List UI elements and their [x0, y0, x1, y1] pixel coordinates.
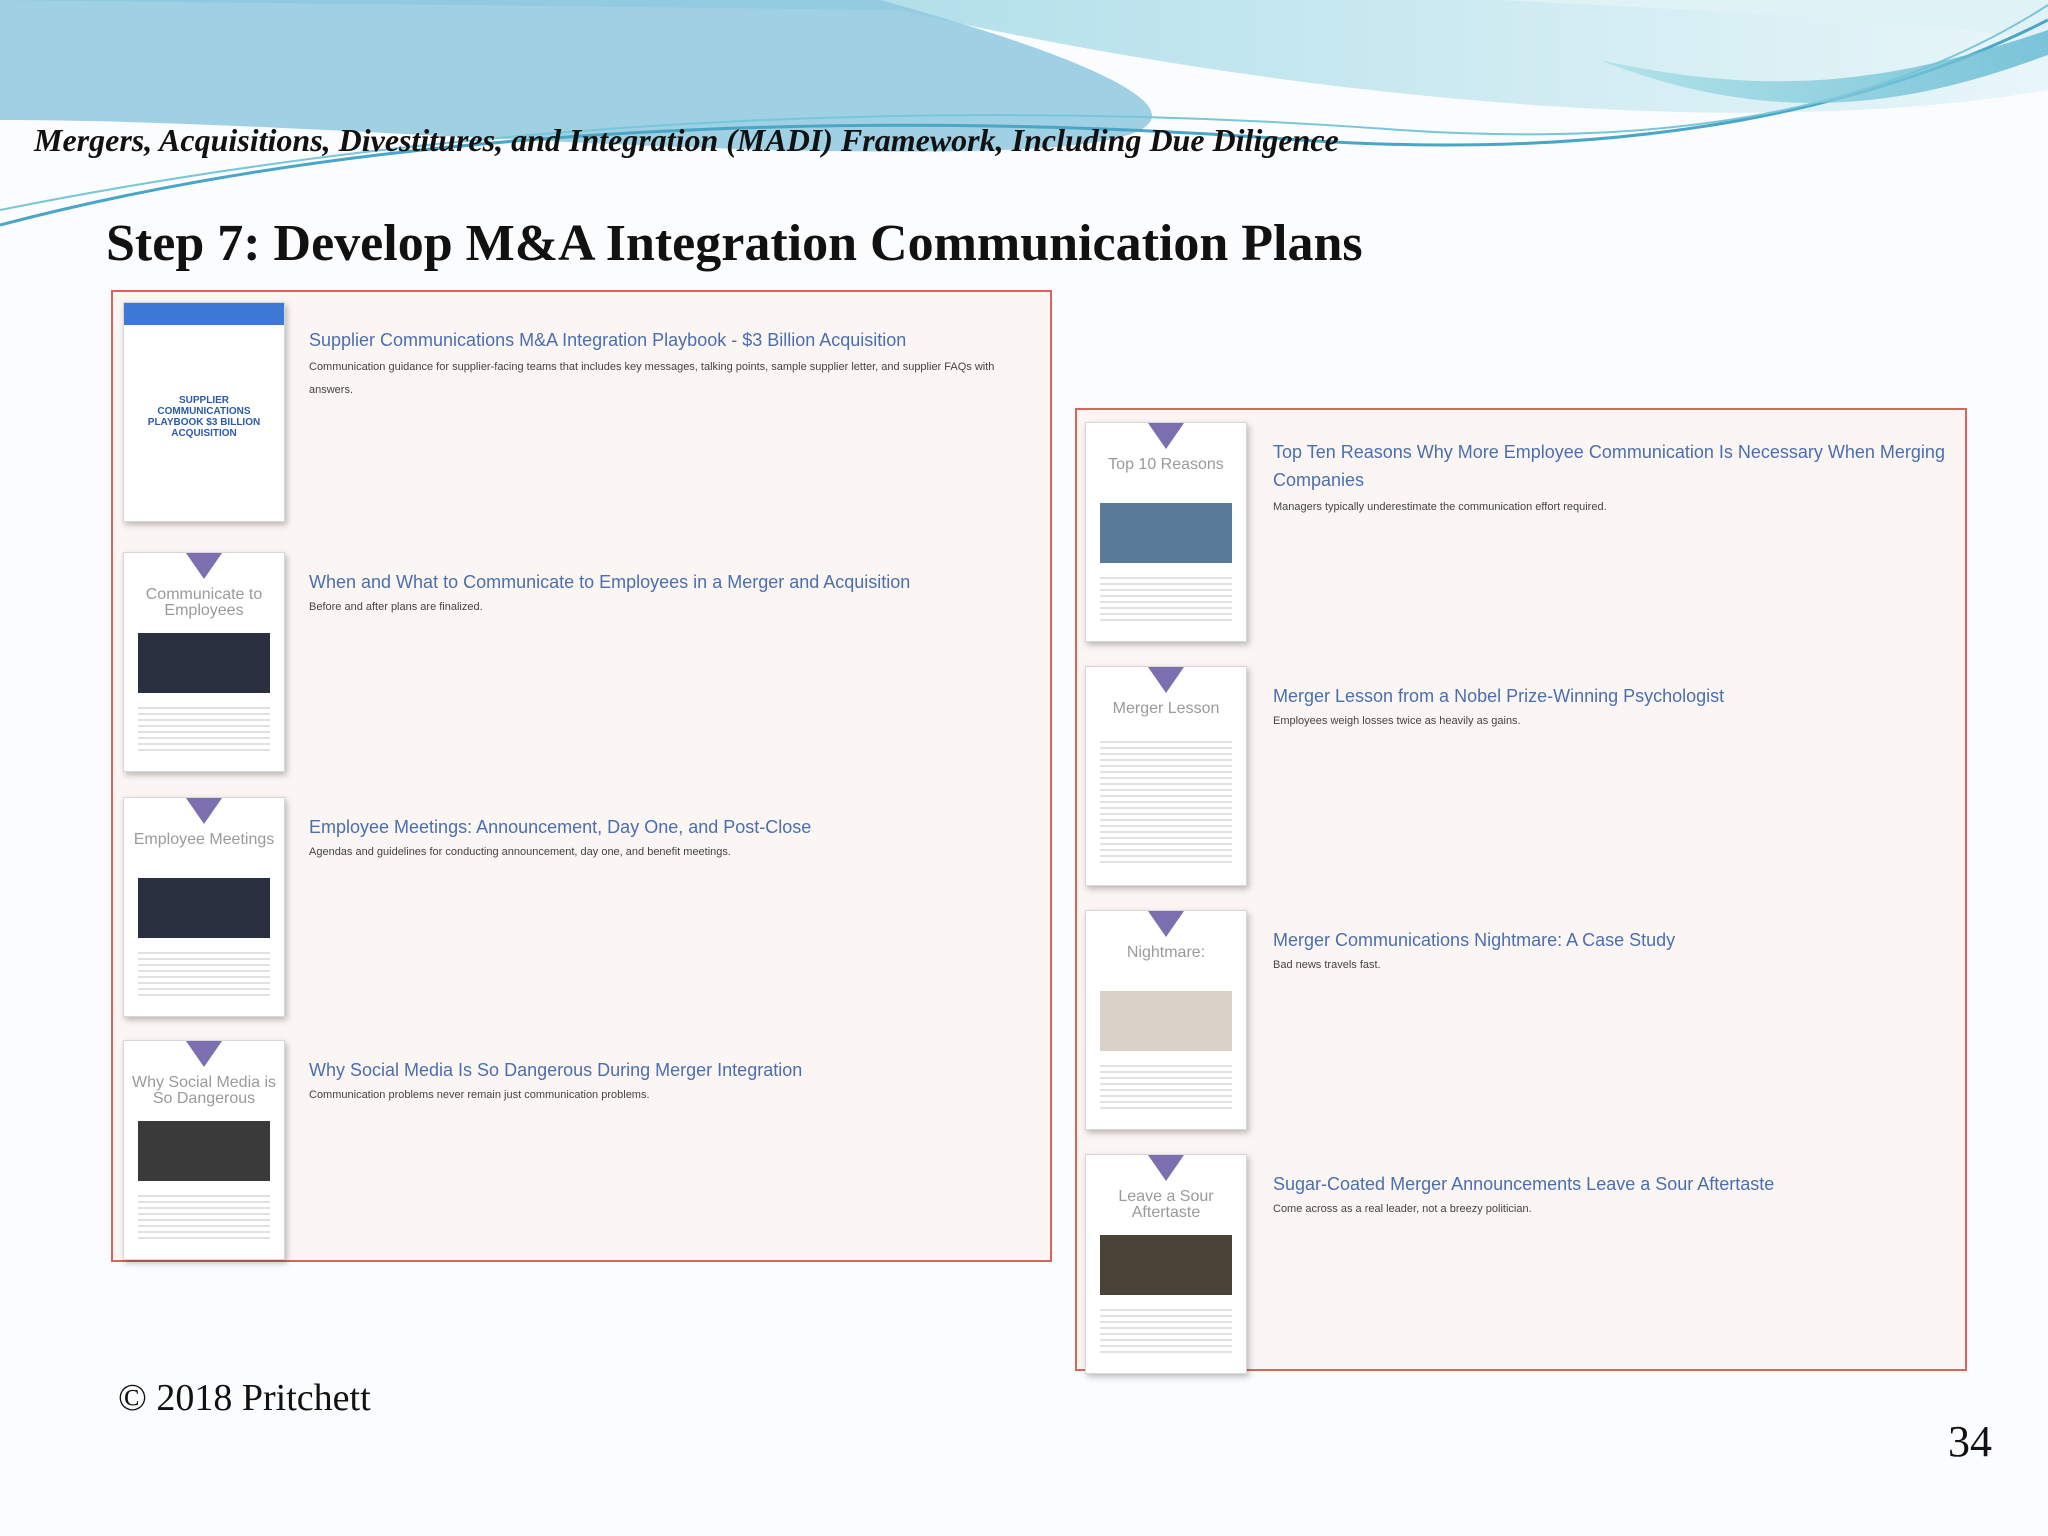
thumbnail-text-lines: [1100, 573, 1232, 623]
left-resource-panel: SUPPLIER COMMUNICATIONS PLAYBOOK $3 BILL…: [111, 290, 1052, 1262]
thumbnail-title: Communicate to Employees: [145, 586, 263, 619]
right-resource-panel: Top 10 Reasons Top Ten Reasons Why More …: [1075, 408, 1967, 1374]
thumbnail-photo: [1100, 503, 1232, 563]
triangle-icon: [1148, 667, 1184, 693]
list-item[interactable]: Employee Meetings Employee Meetings: Ann…: [113, 797, 1050, 1027]
thumbnail-title: Top 10 Reasons: [1108, 456, 1224, 473]
triangle-icon: [186, 553, 222, 579]
list-item[interactable]: SUPPLIER COMMUNICATIONS PLAYBOOK $3 BILL…: [113, 302, 1050, 532]
resource-link[interactable]: When and What to Communicate to Employee…: [309, 568, 1029, 596]
resource-description: Before and after plans are finalized.: [309, 601, 483, 613]
thumbnail-text-lines: [1100, 737, 1232, 867]
header-wave-decoration: [0, 0, 2048, 227]
thumbnail-text-lines: [138, 703, 270, 753]
resource-link[interactable]: Sugar-Coated Merger Announcements Leave …: [1273, 1170, 1993, 1198]
triangle-icon: [1148, 1155, 1184, 1181]
list-item[interactable]: Leave a Sour Aftertaste Sugar-Coated Mer…: [1077, 1154, 1965, 1384]
document-thumbnail[interactable]: Employee Meetings: [123, 797, 285, 1017]
resource-description: Bad news travels fast.: [1273, 959, 1381, 971]
document-thumbnail[interactable]: SUPPLIER COMMUNICATIONS PLAYBOOK $3 BILL…: [123, 302, 285, 522]
list-item[interactable]: Communicate to Employees When and What t…: [113, 552, 1050, 782]
resource-description: Employees weigh losses twice as heavily …: [1273, 715, 1521, 727]
thumbnail-photo: [138, 1121, 270, 1181]
page-number: 34: [1948, 1417, 1992, 1466]
thumbnail-text-lines: [138, 1191, 270, 1241]
triangle-icon: [186, 798, 222, 824]
thumbnail-text-lines: [1100, 1305, 1232, 1355]
slide-title: Step 7: Develop M&A Integration Communic…: [106, 215, 1363, 272]
triangle-icon: [1148, 423, 1184, 449]
document-thumbnail[interactable]: Why Social Media is So Dangerous: [123, 1040, 285, 1260]
thumbnail-photo: [1100, 991, 1232, 1051]
thumbnail-title: Employee Meetings: [133, 831, 275, 848]
thumbnail-title: SUPPLIER COMMUNICATIONS PLAYBOOK $3 BILL…: [147, 395, 261, 439]
triangle-icon: [186, 1041, 222, 1067]
document-thumbnail[interactable]: Nightmare:: [1085, 910, 1247, 1130]
list-item[interactable]: Why Social Media is So Dangerous Why Soc…: [113, 1040, 1050, 1270]
thumbnail-title: Merger Lesson: [1112, 700, 1220, 717]
thumbnail-text-lines: [138, 948, 270, 998]
copyright-text: © 2018 Pritchett: [118, 1377, 371, 1419]
resource-link[interactable]: Merger Lesson from a Nobel Prize-Winning…: [1273, 682, 1993, 710]
resource-description: Communication problems never remain just…: [309, 1089, 650, 1101]
thumbnail-text-lines: [1100, 1061, 1232, 1111]
document-thumbnail[interactable]: Leave a Sour Aftertaste: [1085, 1154, 1247, 1374]
resource-description: Agendas and guidelines for conducting an…: [309, 846, 731, 858]
thumbnail-photo: [1100, 1235, 1232, 1295]
resource-description: Communication guidance for supplier-faci…: [309, 361, 995, 396]
resource-link[interactable]: Employee Meetings: Announcement, Day One…: [309, 813, 1029, 841]
list-item[interactable]: Top 10 Reasons Top Ten Reasons Why More …: [1077, 422, 1965, 652]
resource-description: Managers typically underestimate the com…: [1273, 501, 1607, 513]
resource-link[interactable]: Why Social Media Is So Dangerous During …: [309, 1056, 1029, 1084]
thumbnail-title: Leave a Sour Aftertaste: [1118, 1188, 1214, 1221]
thumbnail-title: Nightmare:: [1126, 944, 1206, 961]
thumbnail-title: Why Social Media is So Dangerous: [131, 1074, 277, 1107]
document-thumbnail[interactable]: Top 10 Reasons: [1085, 422, 1247, 642]
resource-link[interactable]: Supplier Communications M&A Integration …: [309, 326, 1029, 354]
list-item[interactable]: Merger Lesson Merger Lesson from a Nobel…: [1077, 666, 1965, 896]
document-thumbnail[interactable]: Merger Lesson: [1085, 666, 1247, 886]
list-item[interactable]: Nightmare: Merger Communications Nightma…: [1077, 910, 1965, 1140]
triangle-icon: [1148, 911, 1184, 937]
resource-link[interactable]: Merger Communications Nightmare: A Case …: [1273, 926, 1993, 954]
document-thumbnail[interactable]: Communicate to Employees: [123, 552, 285, 772]
thumbnail-photo: [138, 878, 270, 938]
resource-link[interactable]: Top Ten Reasons Why More Employee Commun…: [1273, 438, 1993, 494]
thumbnail-photo: [138, 633, 270, 693]
framework-title: Mergers, Acquisitions, Divestitures, and…: [34, 122, 1339, 158]
resource-description: Come across as a real leader, not a bree…: [1273, 1203, 1532, 1215]
